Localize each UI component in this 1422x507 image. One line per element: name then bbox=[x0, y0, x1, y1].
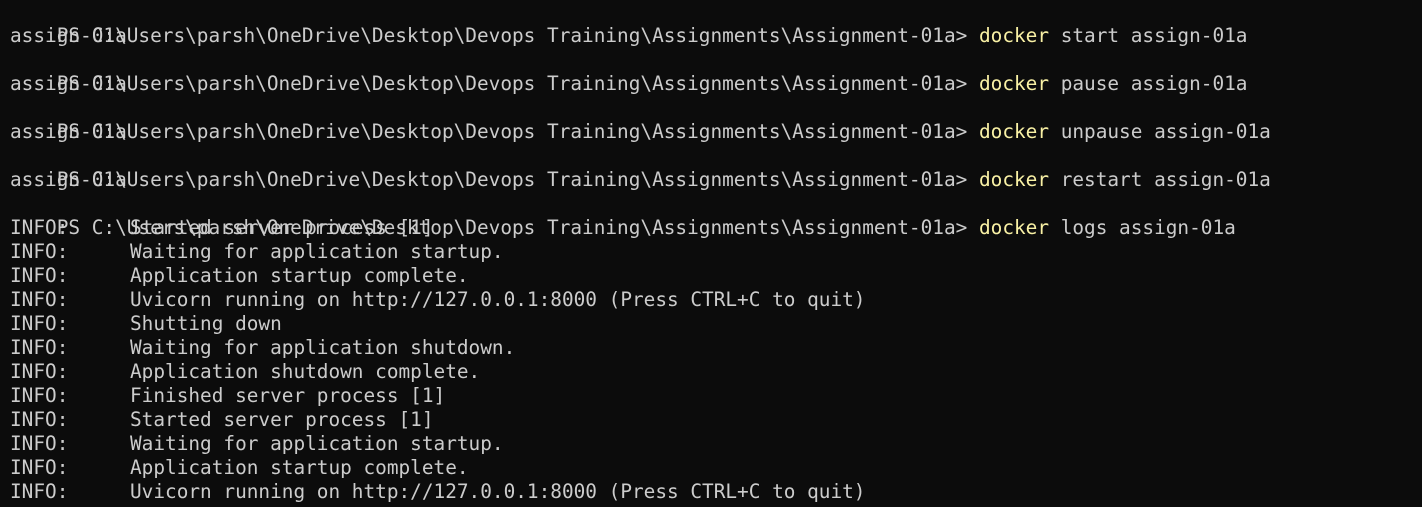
log-line: INFO: Application startup complete. bbox=[10, 264, 1422, 288]
log-message: Waiting for application startup. bbox=[130, 432, 504, 455]
log-message: Waiting for application shutdown. bbox=[130, 336, 516, 359]
log-message: Application shutdown complete. bbox=[130, 360, 481, 383]
log-line: INFO: Started server process [1] bbox=[10, 408, 1422, 432]
command-line: PS C:\Users\parsh\OneDrive\Desktop\Devop… bbox=[10, 48, 1422, 95]
log-line: INFO: Started server process [1] bbox=[10, 216, 1422, 240]
command-line: PS C:\Users\parsh\OneDrive\Desktop\Devop… bbox=[10, 0, 1422, 47]
command-output: assign-01a bbox=[10, 168, 127, 191]
command-output: assign-01a bbox=[10, 72, 127, 95]
log-line: INFO: Shutting down bbox=[10, 312, 1422, 336]
log-level: INFO: bbox=[10, 456, 69, 479]
log-level: INFO: bbox=[10, 288, 69, 311]
log-message: Uvicorn running on http://127.0.0.1:8000… bbox=[130, 480, 866, 503]
log-level: INFO: bbox=[10, 216, 69, 239]
log-message: Application startup complete. bbox=[130, 264, 469, 287]
log-message: Uvicorn running on http://127.0.0.1:8000… bbox=[130, 288, 866, 311]
log-line: INFO: Uvicorn running on http://127.0.0.1… bbox=[10, 480, 1422, 504]
log-message: Finished server process [1] bbox=[130, 384, 446, 407]
command-line: PS C:\Users\parsh\OneDrive\Desktop\Devop… bbox=[10, 144, 1422, 191]
log-level: INFO: bbox=[10, 240, 69, 263]
log-line: INFO: Finished server process [1] bbox=[10, 384, 1422, 408]
log-message: Waiting for application startup. bbox=[130, 240, 504, 263]
log-level: INFO: bbox=[10, 432, 69, 455]
command-output: assign-01a bbox=[10, 24, 127, 47]
log-line: INFO: Waiting for application shutdown. bbox=[10, 336, 1422, 360]
command-line: PS C:\Users\parsh\OneDrive\Desktop\Devop… bbox=[10, 96, 1422, 143]
log-line: INFO: Uvicorn running on http://127.0.0.1… bbox=[10, 288, 1422, 312]
log-level: INFO: bbox=[10, 264, 69, 287]
terminal-window[interactable]: PS C:\Users\parsh\OneDrive\Desktop\Devop… bbox=[0, 0, 1422, 507]
log-level: INFO: bbox=[10, 360, 69, 383]
log-message: Application startup complete. bbox=[130, 456, 469, 479]
log-message: Shutting down bbox=[130, 312, 282, 335]
log-level: INFO: bbox=[10, 480, 69, 503]
command-line: PS C:\Users\parsh\OneDrive\Desktop\Devop… bbox=[10, 192, 1422, 239]
log-level: INFO: bbox=[10, 384, 69, 407]
log-line: INFO: Application shutdown complete. bbox=[10, 360, 1422, 384]
log-line: INFO: Waiting for application startup. bbox=[10, 432, 1422, 456]
command-output: assign-01a bbox=[10, 120, 127, 143]
log-line: INFO: Application startup complete. bbox=[10, 456, 1422, 480]
log-message: Started server process [1] bbox=[130, 408, 434, 431]
log-level: INFO: bbox=[10, 336, 69, 359]
log-message: Started server process [1] bbox=[130, 216, 434, 239]
log-level: INFO: bbox=[10, 312, 69, 335]
log-level: INFO: bbox=[10, 408, 69, 431]
log-line: INFO: Waiting for application startup. bbox=[10, 240, 1422, 264]
